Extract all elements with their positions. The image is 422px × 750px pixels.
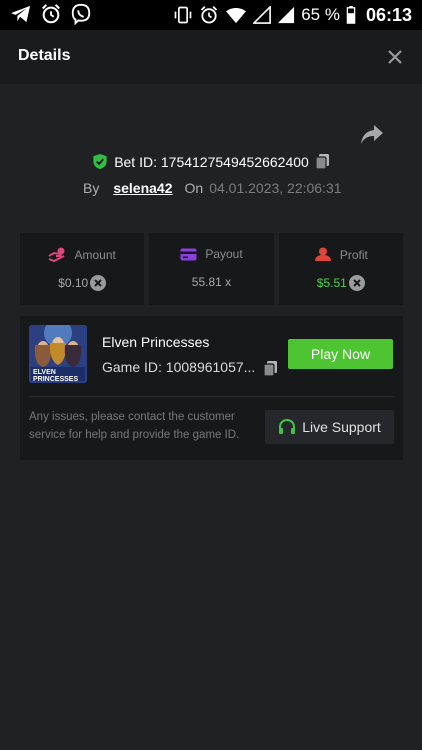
live-support-label: Live Support: [302, 419, 381, 435]
stat-profit: Profit $5.51: [278, 233, 403, 305]
game-thumbnail[interactable]: ELVEN PRINCESSES: [29, 325, 87, 383]
game-card: ELVEN PRINCESSES Elven Princesses Game I…: [20, 316, 403, 460]
coin-icon: [348, 275, 365, 291]
stat-value: $5.51: [316, 276, 347, 290]
telegram-icon: [11, 5, 31, 23]
clock: 06:13: [365, 4, 412, 25]
close-icon: [388, 50, 402, 64]
play-now-button[interactable]: Play Now: [288, 339, 393, 369]
wifi-icon: [226, 8, 247, 24]
close-button[interactable]: [384, 46, 406, 68]
details-header: Details: [0, 30, 422, 84]
card-icon: [180, 248, 197, 260]
viber-icon: [71, 3, 91, 25]
stat-amount: Amount $0.10: [20, 233, 145, 305]
username-link[interactable]: selena42: [113, 180, 172, 196]
share-icon: [361, 125, 383, 144]
game-name: Elven Princesses: [102, 334, 210, 350]
svg-text:PRINCESSES: PRINCESSES: [33, 376, 78, 383]
copy-icon[interactable]: [315, 153, 330, 170]
bet-id-row: Bet ID: 1754127549452662400: [0, 153, 422, 170]
coin-icon: [90, 275, 107, 291]
battery-icon: [346, 6, 356, 24]
stat-label: Profit: [339, 247, 368, 262]
game-id: Game ID: 1008961057...: [102, 359, 256, 375]
page-title: Details: [18, 47, 71, 64]
vibrate-icon: [174, 6, 192, 24]
signal-icon: [278, 6, 295, 24]
profit-icon: [314, 247, 331, 261]
bet-id: Bet ID: 1754127549452662400: [114, 153, 309, 170]
status-bar: 65 % 06:13: [0, 0, 422, 30]
share-button[interactable]: [360, 124, 384, 146]
copy-icon[interactable]: [263, 360, 278, 377]
on-label: On: [184, 180, 204, 196]
divider: [29, 396, 394, 397]
alarm-icon: [201, 6, 218, 24]
stat-value: $0.10: [58, 276, 89, 290]
alarm-icon: [42, 4, 60, 24]
bet-meta: By selena42 On 04.01.2023, 22:06:31: [83, 180, 342, 196]
bet-stats: Amount $0.10 Payout 55.81 x Profit $5.51: [20, 233, 403, 305]
amount-icon: [48, 247, 65, 262]
svg-text:ELVEN: ELVEN: [33, 369, 56, 376]
shield-check-icon: [93, 153, 107, 170]
by-label: By: [83, 180, 100, 196]
stat-value: 55.81 x: [191, 275, 232, 289]
bet-date: 04.01.2023, 22:06:31: [209, 180, 342, 196]
headset-icon: [279, 418, 296, 434]
stat-label: Payout: [205, 247, 243, 261]
stat-label: Amount: [74, 247, 116, 262]
live-support-button[interactable]: Live Support: [265, 410, 394, 444]
signal-icon: [253, 6, 272, 24]
support-note: Any issues, please contact the customer …: [29, 411, 240, 441]
battery-percent: 65 %: [301, 5, 340, 24]
stat-payout: Payout 55.81 x: [149, 233, 274, 305]
